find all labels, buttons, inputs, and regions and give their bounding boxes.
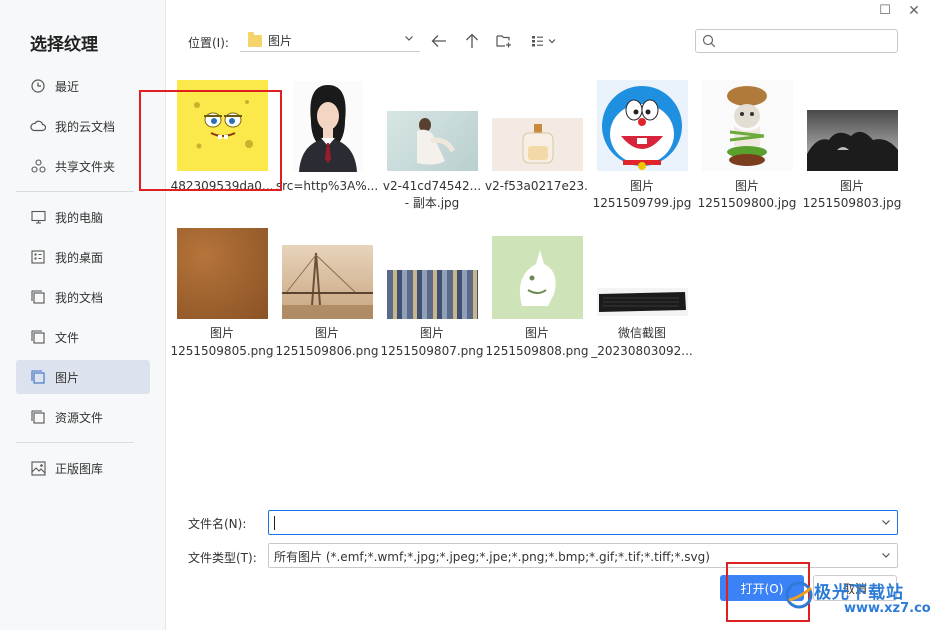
sidebar-item-label: 我的桌面 [55, 250, 104, 265]
annotation-highlight [726, 562, 810, 622]
file-item[interactable]: 图片 1251509808.png [485, 228, 589, 368]
keyboard-photo-icon [597, 288, 688, 316]
leather-texture-icon [177, 228, 268, 319]
folder-icon [248, 31, 262, 47]
sidebar-item-label: 图片 [55, 370, 80, 385]
file-name-ext: - 副本.jpg [404, 196, 460, 210]
file-name: 图片 [209, 326, 234, 340]
close-icon[interactable]: ✕ [906, 3, 922, 19]
file-name: v2-41cd74542... [382, 179, 482, 193]
file-name-ext: 1251509803.jpg [802, 196, 902, 210]
file-item[interactable]: 图片 1251509803.jpg [800, 78, 904, 218]
file-name: 图片 [419, 326, 444, 340]
sidebar-item-resources[interactable]: 资源文件 [16, 400, 150, 434]
watermark-url: www.xz7.com [844, 601, 930, 616]
chevron-down-icon [881, 550, 891, 563]
file-name: 微信截图 [617, 326, 666, 340]
sidebar-item-label: 正版图库 [55, 461, 104, 476]
chevron-down-icon[interactable] [881, 517, 891, 530]
filename-label: 文件名(N): [188, 517, 247, 531]
rock-landscape-icon [807, 110, 898, 171]
file-item[interactable]: src=http%3A%... [275, 78, 379, 208]
pictures-icon [30, 369, 46, 385]
file-item[interactable]: 图片 1251509807.png [380, 228, 484, 368]
file-item[interactable]: v2-f53a0217e23... [485, 78, 589, 208]
text-caret [274, 516, 275, 530]
file-name: 图片 [629, 179, 654, 193]
sidebar-item-label: 最近 [55, 79, 80, 94]
desktop-icon [30, 249, 46, 265]
chevron-down-icon [404, 33, 414, 46]
file-name-ext: _20230803092... [591, 344, 693, 358]
file-name-ext: 1251509806.png [275, 344, 379, 358]
sidebar-item-my-documents[interactable]: 我的文档 [16, 280, 150, 314]
gallery-icon [30, 460, 46, 476]
dialog-title: 选择纹理 [30, 35, 98, 55]
share-icon [30, 158, 46, 174]
up-arrow-icon[interactable] [463, 32, 481, 50]
file-name: v2-f53a0217e23... [485, 179, 589, 193]
sidebar-item-recent[interactable]: 最近 [16, 69, 150, 103]
file-name: 图片 [839, 179, 864, 193]
cloud-icon [30, 118, 46, 134]
portrait-photo-icon [293, 81, 363, 172]
cat-burger-icon [702, 80, 793, 171]
sidebar-item-label: 我的云文档 [55, 119, 116, 134]
location-label: 位置(I): [188, 36, 229, 50]
file-item[interactable]: 图片 1251509806.png [275, 228, 379, 368]
sidebar-item-cloud-docs[interactable]: 我的云文档 [16, 109, 150, 143]
sidebar-item-desktop[interactable]: 我的桌面 [16, 240, 150, 274]
sidebar-divider [16, 191, 134, 192]
file-folder-icon [30, 329, 46, 345]
city-photo-icon [387, 270, 478, 319]
sidebar-item-my-computer[interactable]: 我的电脑 [16, 200, 150, 234]
filetype-label: 文件类型(T): [188, 551, 257, 565]
file-name: 图片 [734, 179, 759, 193]
file-item[interactable]: 图片 1251509799.jpg [590, 78, 694, 218]
sidebar-item-label: 共享文件夹 [55, 159, 116, 174]
filetype-value: 所有图片 (*.emf;*.wmf;*.jpg;*.jpeg;*.jpe;*.p… [274, 550, 710, 564]
clock-icon [30, 78, 46, 94]
location-dropdown[interactable]: 图片 [240, 30, 420, 52]
monitor-icon [30, 209, 46, 225]
documents-icon [30, 289, 46, 305]
sidebar-item-label: 文件 [55, 330, 80, 345]
file-name-ext: 1251509808.png [485, 344, 589, 358]
filename-input[interactable] [268, 510, 898, 535]
file-item[interactable]: v2-41cd74542... - 副本.jpg [380, 78, 484, 218]
woman-photo-icon [387, 111, 478, 171]
doraemon-icon [597, 80, 688, 171]
file-name-ext: 1251509807.png [380, 344, 484, 358]
file-name-ext: 1251509800.jpg [697, 196, 797, 210]
sidebar-divider [16, 442, 134, 443]
annotation-highlight [139, 90, 282, 191]
search-input[interactable] [695, 29, 898, 53]
resources-icon [30, 409, 46, 425]
sidebar-item-label: 我的电脑 [55, 210, 104, 225]
file-name: src=http%3A%... [275, 179, 379, 193]
new-folder-icon[interactable] [495, 32, 513, 50]
sidebar-item-gallery[interactable]: 正版图库 [16, 451, 150, 485]
file-item[interactable]: 图片 1251509805.png [170, 228, 274, 368]
file-item[interactable]: 微信截图 _20230803092... [590, 228, 694, 368]
sidebar-item-shared[interactable]: 共享文件夹 [16, 149, 150, 183]
unicorn-icon [492, 236, 583, 319]
file-name: 图片 [314, 326, 339, 340]
file-name-ext: 1251509805.png [170, 344, 274, 358]
search-icon [702, 34, 716, 51]
sidebar-item-label: 资源文件 [55, 410, 104, 425]
view-mode-icon[interactable] [530, 32, 560, 50]
cancel-button[interactable]: 取消 [813, 575, 897, 601]
location-value: 图片 [268, 34, 293, 48]
sidebar-item-pictures[interactable]: 图片 [16, 360, 150, 394]
file-name-ext: 1251509799.jpg [592, 196, 692, 210]
sidebar-item-files[interactable]: 文件 [16, 320, 150, 354]
bridge-photo-icon [282, 245, 373, 319]
maximize-icon[interactable]: ☐ [877, 3, 893, 18]
back-arrow-icon[interactable] [430, 32, 448, 50]
sidebar-item-label: 我的文档 [55, 290, 104, 305]
file-name: 图片 [524, 326, 549, 340]
file-item[interactable]: 图片 1251509800.jpg [695, 78, 799, 218]
perfume-bottle-icon [492, 118, 583, 171]
